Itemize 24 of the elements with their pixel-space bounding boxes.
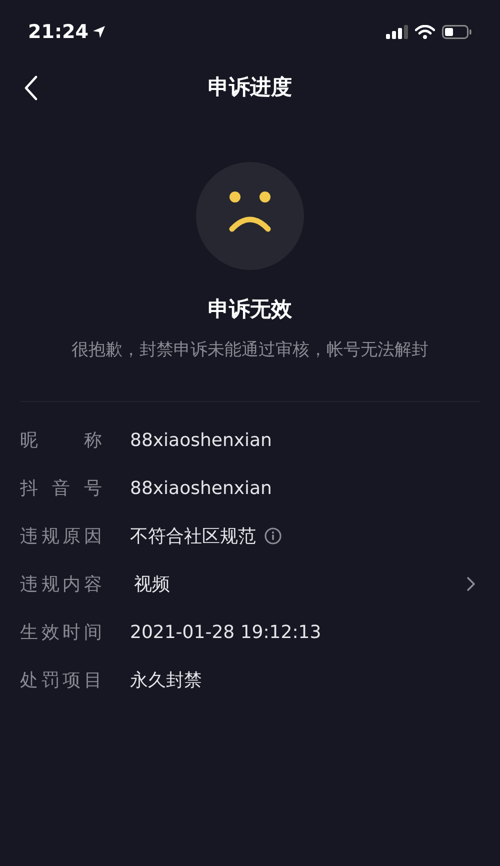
detail-label: 抖 音 号 bbox=[20, 476, 102, 500]
chevron-right-icon[interactable] bbox=[466, 576, 476, 592]
info-icon[interactable] bbox=[264, 527, 282, 545]
detail-label: 处罚项目 bbox=[20, 668, 102, 692]
back-icon[interactable] bbox=[23, 75, 39, 101]
detail-value: 88xiaoshenxian bbox=[130, 476, 272, 500]
signal-icon bbox=[386, 25, 408, 39]
detail-value: 不符合社区规范 bbox=[130, 524, 256, 548]
battery-icon bbox=[442, 25, 472, 39]
result-message: 很抱歉，封禁申诉未能通过审核，帐号无法解封 bbox=[72, 338, 428, 362]
sad-face-icon bbox=[196, 162, 304, 270]
detail-label: 生效时间 bbox=[20, 620, 102, 644]
detail-value: 永久封禁 bbox=[130, 668, 202, 692]
detail-value: 2021-01-28 19:12:13 bbox=[130, 620, 322, 644]
page-title: 申诉进度 bbox=[208, 74, 292, 102]
result-title: 申诉无效 bbox=[208, 296, 292, 323]
detail-value: 88xiaoshenxian bbox=[130, 428, 272, 452]
detail-label: 昵 称 bbox=[20, 428, 102, 452]
status-time: 21:24 bbox=[28, 20, 88, 45]
detail-value: 视频 bbox=[134, 572, 170, 596]
detail-label: 违规内容 bbox=[20, 572, 102, 596]
detail-label: 违规原因 bbox=[20, 524, 102, 548]
location-arrow-icon bbox=[92, 25, 106, 39]
wifi-icon bbox=[415, 25, 435, 39]
